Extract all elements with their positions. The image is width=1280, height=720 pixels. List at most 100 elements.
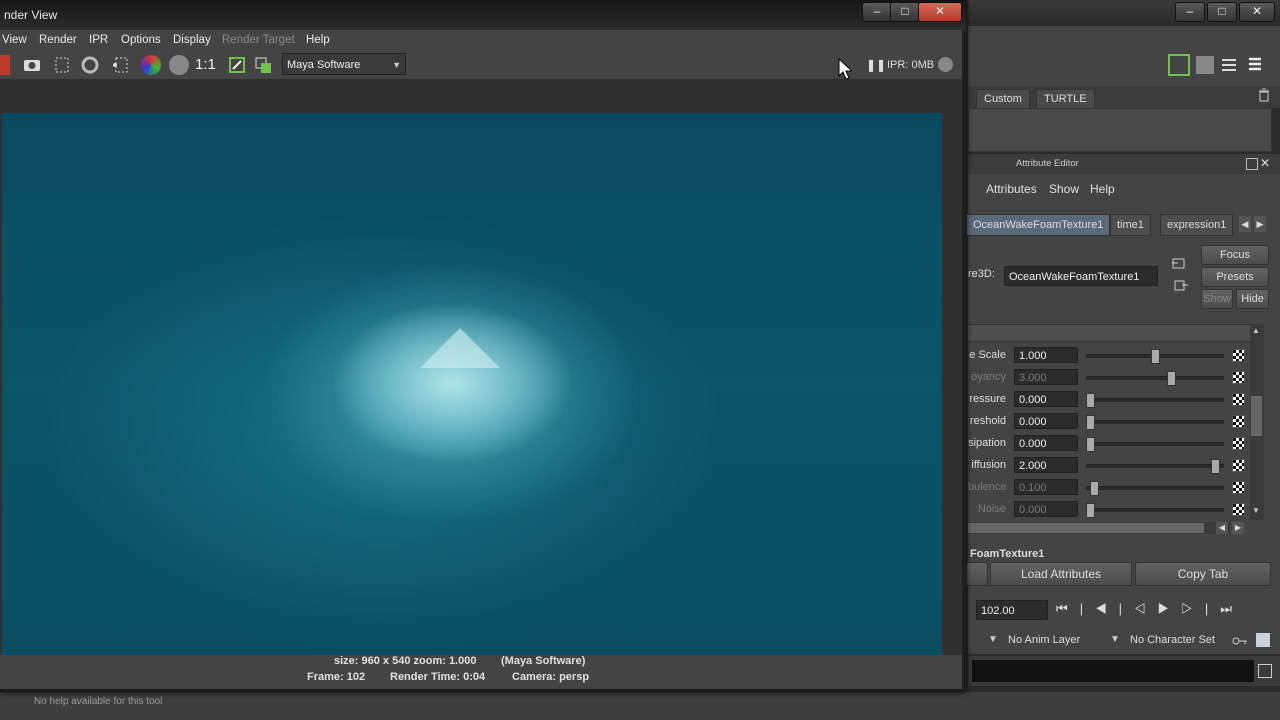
input-connection-icon[interactable] [1172, 258, 1186, 270]
focus-button[interactable]: Focus [1201, 245, 1269, 265]
renderer-select[interactable]: Maya Software ▼ [282, 53, 406, 75]
keep-image-icon[interactable] [227, 55, 247, 75]
node-name-field[interactable]: OceanWakeFoamTexture1 [1004, 266, 1158, 286]
map-texture-icon[interactable] [1232, 349, 1245, 362]
trash-icon[interactable] [1258, 88, 1270, 102]
ae-tab-expression1[interactable]: expression1 [1160, 214, 1234, 236]
attribute-editor-icon[interactable] [1196, 56, 1214, 74]
output-connection-icon[interactable] [1174, 280, 1188, 292]
attribute-slider[interactable] [1086, 393, 1224, 408]
shelf-tab-turtle[interactable]: TURTLE [1036, 89, 1095, 109]
map-texture-icon[interactable] [1232, 503, 1245, 516]
preferences-icon[interactable] [1256, 633, 1270, 647]
presets-button[interactable]: Presets [1201, 267, 1269, 287]
attribute-slider[interactable] [1086, 415, 1224, 430]
rv-menu-ipr[interactable]: IPR [89, 34, 108, 46]
main-maximize-button[interactable]: □ [1207, 2, 1237, 22]
anim-layer-select[interactable]: No Anim Layer [1008, 634, 1080, 646]
attribute-value-field[interactable]: 1.000 [1014, 347, 1078, 363]
slider-thumb[interactable] [1167, 371, 1176, 386]
anim-layer-dropdown-icon[interactable]: ▼ [988, 634, 998, 645]
alpha-channel-icon[interactable] [169, 55, 189, 75]
region-render-icon[interactable] [52, 55, 72, 75]
map-texture-icon[interactable] [1232, 459, 1245, 472]
ipr-refresh-icon[interactable] [80, 55, 100, 75]
map-texture-icon[interactable] [1232, 393, 1245, 406]
attribute-value-field[interactable]: 0.000 [1014, 501, 1078, 517]
main-close-button[interactable]: ✕ [1239, 2, 1275, 22]
script-editor-icon[interactable] [1258, 664, 1272, 678]
attribute-slider[interactable] [1086, 503, 1224, 518]
main-minimize-button[interactable]: ‒ [1175, 2, 1205, 22]
rv-close-button[interactable]: ✕ [918, 2, 962, 22]
rv-menu-render-target[interactable]: Render Target [222, 34, 295, 46]
attribute-value-field[interactable]: 3.000 [1014, 369, 1078, 385]
map-texture-icon[interactable] [1232, 371, 1245, 384]
character-set-dropdown-icon[interactable]: ▼ [1110, 634, 1120, 645]
ae-menu-show[interactable]: Show [1049, 182, 1079, 196]
toggle-panel-icon[interactable] [1168, 54, 1190, 76]
ae-menu-help[interactable]: Help [1090, 182, 1115, 196]
section-header[interactable] [968, 324, 1258, 342]
attribute-value-field[interactable]: 0.000 [1014, 413, 1078, 429]
attribute-slider[interactable] [1086, 349, 1224, 364]
hscroll-right-icon[interactable]: ▶ [1232, 522, 1244, 534]
attribute-slider[interactable] [1086, 481, 1224, 496]
shelf-tab-custom[interactable]: Custom [976, 89, 1030, 109]
attribute-slider[interactable] [1086, 371, 1224, 386]
hide-button[interactable]: Hide [1236, 289, 1269, 309]
slider-thumb[interactable] [1090, 481, 1099, 496]
key-icon[interactable] [1232, 635, 1248, 645]
rv-menu-render[interactable]: Render [39, 34, 77, 46]
slider-thumb[interactable] [1086, 393, 1095, 408]
tab-scroll-left-icon[interactable]: ◀ [1239, 216, 1251, 232]
ae-vertical-scrollbar[interactable]: ▲ ▼ [1250, 324, 1264, 520]
rgb-channel-icon[interactable] [141, 55, 161, 75]
attribute-value-field[interactable]: 0.000 [1014, 435, 1078, 451]
attribute-value-field[interactable]: 2.000 [1014, 457, 1078, 473]
show-button[interactable]: Show [1201, 289, 1233, 309]
attribute-value-field[interactable]: 0.100 [1014, 479, 1078, 495]
attribute-value-field[interactable]: 0.000 [1014, 391, 1078, 407]
tab-scroll-right-icon[interactable]: ▶ [1254, 216, 1266, 232]
redo-render-icon[interactable] [0, 55, 10, 75]
ipr-render-icon[interactable] [110, 55, 130, 75]
copy-tab-button[interactable]: Copy Tab [1135, 562, 1271, 586]
rv-menu-help[interactable]: Help [306, 34, 330, 46]
playback-buttons[interactable]: ⏮|◀|◁▶▷|⏭ [1056, 601, 1244, 617]
ae-tab-ocean-wake-foam[interactable]: OceanWakeFoamTexture1 [966, 214, 1111, 236]
current-time-field[interactable]: 102.00 [976, 600, 1048, 620]
rv-menu-options[interactable]: Options [121, 34, 161, 46]
rv-minimize-button[interactable]: ‒ [862, 2, 892, 22]
channel-box-icon[interactable] [1246, 56, 1264, 74]
snapshot-icon[interactable] [22, 55, 42, 75]
attribute-slider[interactable] [1086, 437, 1224, 452]
rv-menu-view[interactable]: View [2, 34, 27, 46]
slider-thumb[interactable] [1086, 415, 1095, 430]
rv-maximize-button[interactable]: □ [890, 2, 920, 22]
remove-image-icon[interactable] [253, 55, 273, 75]
ae-tab-time1[interactable]: time1 [1110, 214, 1151, 236]
rv-menu-display[interactable]: Display [173, 34, 211, 46]
hscroll-left-icon[interactable]: ◀ [1216, 522, 1228, 534]
render-view-titlebar[interactable]: nder View ‒ □ ✕ [0, 0, 966, 30]
close-panel-icon[interactable]: ✕ [1260, 156, 1270, 170]
map-texture-icon[interactable] [1232, 437, 1245, 450]
ae-horizontal-scrollbar[interactable] [968, 522, 1230, 534]
real-size-button[interactable]: 1:1 [195, 56, 216, 73]
slider-thumb[interactable] [1086, 503, 1095, 518]
map-texture-icon[interactable] [1232, 481, 1245, 494]
slider-thumb[interactable] [1151, 349, 1160, 364]
command-input[interactable] [972, 660, 1254, 682]
tool-settings-icon[interactable] [1220, 56, 1238, 74]
ae-menu-attributes[interactable]: Attributes [986, 182, 1037, 196]
attribute-slider[interactable] [1086, 459, 1224, 474]
slider-thumb[interactable] [1211, 459, 1220, 474]
float-panel-icon[interactable] [1246, 158, 1258, 170]
slider-thumb[interactable] [1086, 437, 1095, 452]
map-texture-icon[interactable] [1232, 415, 1245, 428]
character-set-select[interactable]: No Character Set [1130, 634, 1215, 646]
select-button[interactable] [966, 562, 988, 586]
load-attributes-button[interactable]: Load Attributes [990, 562, 1132, 586]
pause-icon[interactable]: ❚❚ [866, 58, 886, 72]
